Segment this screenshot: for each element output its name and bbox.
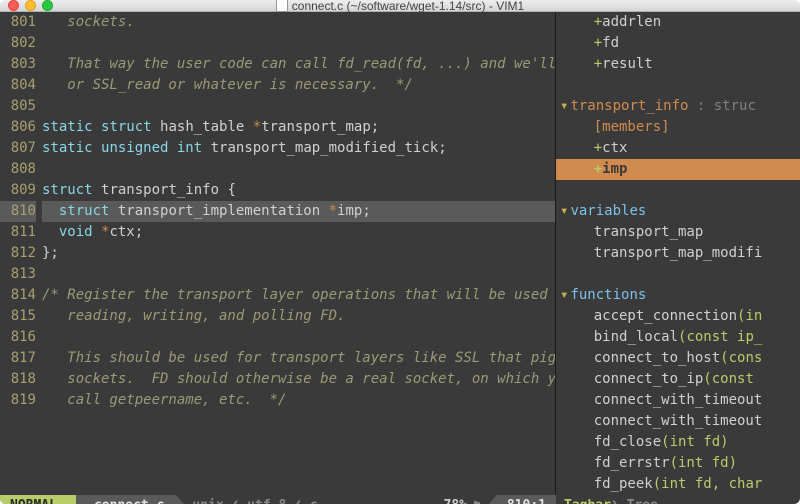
tagbar-members-label: [members]: [556, 117, 800, 138]
line-number: 812: [0, 243, 36, 264]
tagbar-function[interactable]: fd_close(int fd): [556, 432, 800, 453]
vim-window: connect.c (~/software/wget-1.14/src) - V…: [0, 0, 800, 504]
main-split[interactable]: 8018028038048058068078088098108118128138…: [0, 12, 555, 495]
flag-icon: ⚑: [473, 498, 481, 504]
tagbar-status: Tagbar ❯ Tree: [556, 495, 800, 504]
editor-area: 8018028038048058068078088098108118128138…: [0, 12, 800, 495]
code-line[interactable]: [42, 264, 555, 285]
tagbar-function[interactable]: fd_peek(int fd, char: [556, 474, 800, 495]
code-line[interactable]: void *ctx;: [42, 222, 555, 243]
fileinfo-segment: unix ❮ utf-8 ❮ c: [176, 495, 433, 504]
close-icon[interactable]: [8, 0, 19, 11]
line-number: 808: [0, 159, 36, 180]
tagbar-member[interactable]: +imp: [556, 159, 800, 180]
tagbar-function[interactable]: accept_connection(in: [556, 306, 800, 327]
line-number: 802: [0, 33, 36, 54]
tagbar-function[interactable]: connect_to_host(cons: [556, 348, 800, 369]
line-number: 818: [0, 369, 36, 390]
tagbar-blank: [556, 264, 800, 285]
line-number: 804: [0, 75, 36, 96]
line-number: 805: [0, 96, 36, 117]
code-line[interactable]: [42, 96, 555, 117]
line-number: 810: [0, 201, 36, 222]
titlebar: connect.c (~/software/wget-1.14/src) - V…: [0, 0, 800, 12]
mode-segment: NORMAL: [0, 495, 76, 504]
line-number: 814: [0, 285, 36, 306]
tagbar-member[interactable]: +addrlen: [556, 12, 800, 33]
tagbar-member[interactable]: +result: [556, 54, 800, 75]
tagbar-function[interactable]: bind_local(const ip_: [556, 327, 800, 348]
code-line[interactable]: [42, 159, 555, 180]
code-line[interactable]: struct transport_info {: [42, 180, 555, 201]
traffic-lights: [8, 0, 53, 11]
code-line[interactable]: /* Register the transport layer operatio…: [42, 285, 555, 306]
tagbar-pane[interactable]: +addrlen +fd +result transport_info : str…: [556, 12, 800, 495]
line-number: 807: [0, 138, 36, 159]
code-line[interactable]: [42, 33, 555, 54]
line-number: 809: [0, 180, 36, 201]
tagbar-member[interactable]: +fd: [556, 33, 800, 54]
line-number: 817: [0, 348, 36, 369]
code-line[interactable]: or SSL_read or whatever is necessary. */: [42, 75, 555, 96]
tagbar-function[interactable]: connect_with_timeout: [556, 411, 800, 432]
line-number: 819: [0, 390, 36, 411]
code-line[interactable]: call getpeername, etc. */: [42, 390, 555, 411]
code-line[interactable]: [42, 327, 555, 348]
line-number: 813: [0, 264, 36, 285]
code-line[interactable]: reading, writing, and polling FD.: [42, 306, 555, 327]
tagbar-variable[interactable]: transport_map: [556, 222, 800, 243]
line-number: 801: [0, 12, 36, 33]
tagbar-function[interactable]: connect_with_timeout: [556, 390, 800, 411]
tagbar-member[interactable]: +ctx: [556, 138, 800, 159]
code-line[interactable]: struct transport_implementation *imp;: [42, 201, 555, 222]
code-line[interactable]: That way the user code can call fd_read(…: [42, 54, 555, 75]
tagbar-blank: [556, 75, 800, 96]
code-line[interactable]: sockets.: [42, 12, 555, 33]
tagbar-function[interactable]: connect_to_ip(const: [556, 369, 800, 390]
tagbar-function[interactable]: fd_errstr(int fd): [556, 453, 800, 474]
tagbar-blank: [556, 180, 800, 201]
code-line[interactable]: };: [42, 243, 555, 264]
minimize-icon[interactable]: [25, 0, 36, 11]
zoom-icon[interactable]: [42, 0, 53, 11]
filename-segment: connect.c: [76, 495, 176, 504]
code-pane[interactable]: sockets. That way the user code can call…: [42, 12, 555, 495]
line-number: 806: [0, 117, 36, 138]
statusline: NORMAL connect.c unix ❮ utf-8 ❮ c 78%⚑ 8…: [0, 495, 800, 504]
code-line[interactable]: This should be used for transport layers…: [42, 348, 555, 369]
line-number: 816: [0, 327, 36, 348]
line-number: 815: [0, 306, 36, 327]
line-number: 811: [0, 222, 36, 243]
position-segment: 810:1: [497, 495, 556, 504]
tagbar-section-functions[interactable]: functions: [556, 285, 800, 306]
code-line[interactable]: sockets. FD should otherwise be a real s…: [42, 369, 555, 390]
document-icon: [276, 0, 288, 12]
tagbar-variable[interactable]: transport_map_modifi: [556, 243, 800, 264]
tagbar-section-variables[interactable]: variables: [556, 201, 800, 222]
line-number: 803: [0, 54, 36, 75]
code-line[interactable]: static struct hash_table *transport_map;: [42, 117, 555, 138]
tagbar-struct-header[interactable]: transport_info : struc: [556, 96, 800, 117]
line-number-gutter: 8018028038048058068078088098108118128138…: [0, 12, 42, 495]
code-line[interactable]: static unsigned int transport_map_modifi…: [42, 138, 555, 159]
